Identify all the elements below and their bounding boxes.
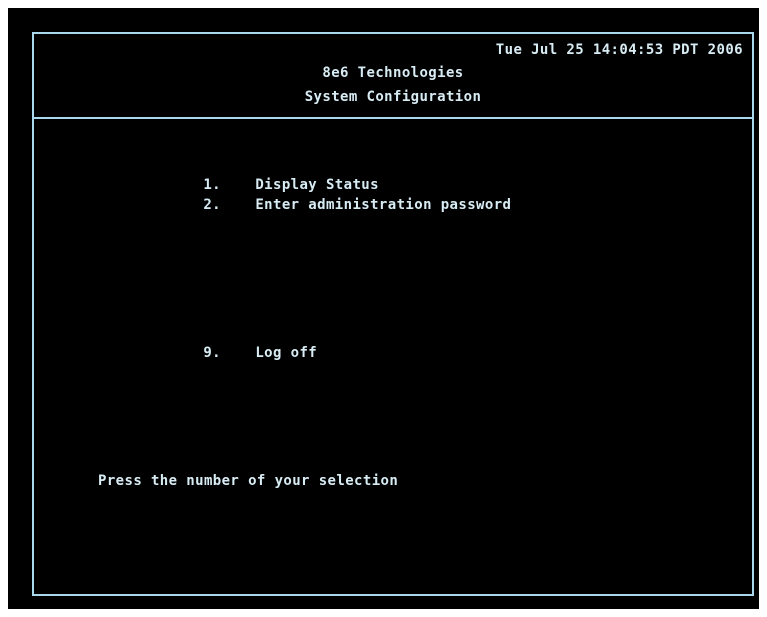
menu-item-label: Log off xyxy=(255,345,318,361)
menu-item-label: Enter administration password xyxy=(255,197,512,213)
company-title: 8e6 Technologies xyxy=(322,65,464,81)
menu-item-enter-admin-password[interactable]: 2. Enter administration password xyxy=(168,178,511,232)
datetime-readout: Tue Jul 25 14:04:53 PDT 2006 xyxy=(495,42,743,58)
menu-item-log-off[interactable]: 9. Log off xyxy=(168,326,317,380)
menu-item-number: 2. xyxy=(203,197,221,213)
menu-item-number: 9. xyxy=(203,345,221,361)
terminal-screen: Tue Jul 25 14:04:53 PDT 2006 8e6 Technol… xyxy=(8,8,759,609)
selection-prompt: Press the number of your selection xyxy=(98,473,399,489)
page-title: System Configuration xyxy=(304,89,482,105)
header-divider xyxy=(32,117,754,119)
